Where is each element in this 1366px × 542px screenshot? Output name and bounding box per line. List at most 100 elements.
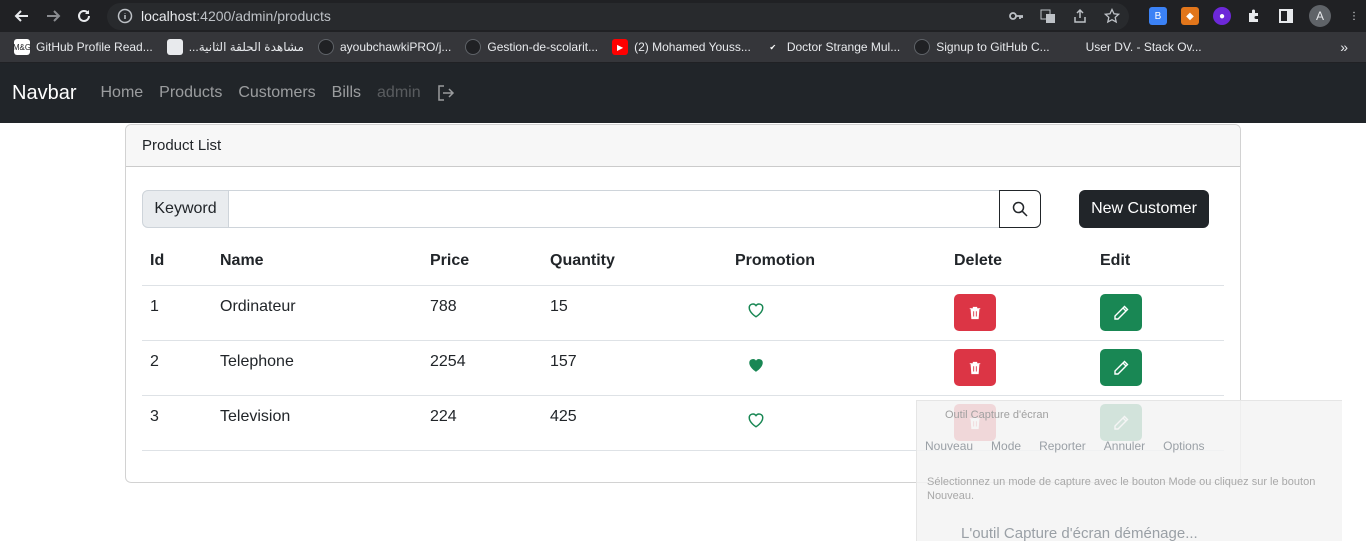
- nav-home[interactable]: Home: [100, 84, 143, 102]
- trash-icon: [968, 361, 982, 375]
- extensions-puzzle-icon[interactable]: [1245, 7, 1263, 25]
- snip-delay-button[interactable]: Reporter: [1039, 439, 1086, 453]
- cell-id: 2: [142, 340, 212, 396]
- search-button[interactable]: [999, 190, 1041, 228]
- keyword-label: Keyword: [142, 190, 229, 228]
- bookmark-favicon-icon: [465, 39, 482, 55]
- bookmark-star-icon[interactable]: [1103, 7, 1121, 25]
- nav-bills[interactable]: Bills: [332, 84, 361, 102]
- cell-price: 2254: [422, 340, 542, 396]
- side-panel-icon[interactable]: [1277, 7, 1295, 25]
- metamask-icon[interactable]: ◆: [1181, 7, 1199, 25]
- bookmark-label: Gestion-de-scolarit...: [487, 40, 599, 54]
- snip-description: Sélectionnez un mode de capture avec le …: [927, 476, 1316, 502]
- bookmarks-overflow-button[interactable]: »: [1340, 39, 1348, 55]
- heart-outline-icon[interactable]: [747, 411, 765, 429]
- bookmark-item[interactable]: ayoubchawkiPRO/j...: [317, 39, 452, 55]
- profile-avatar[interactable]: A: [1309, 5, 1331, 27]
- cell-quantity: 157: [542, 340, 727, 396]
- bookmark-item[interactable]: User DV. - Stack Ov...: [1063, 39, 1202, 55]
- cell-quantity: 15: [542, 285, 727, 341]
- col-price: Price: [422, 237, 542, 286]
- bookmark-label: Doctor Strange Mul...: [786, 40, 901, 54]
- bookmark-favicon-icon: M&G: [13, 39, 31, 55]
- delete-button[interactable]: [954, 349, 996, 386]
- bookmarks-bar: M&G GitHub Profile Read... ...مشاهدة الحلق…: [0, 32, 1366, 63]
- col-delete: Delete: [946, 237, 1092, 286]
- cell-name: Telephone: [212, 340, 422, 396]
- cell-id: 1: [142, 285, 212, 341]
- browser-toolbar: localhost:4200/admin/products B ◆ ● A ⋮: [0, 0, 1366, 32]
- translate-icon[interactable]: [1039, 7, 1057, 25]
- address-bar[interactable]: localhost:4200/admin/products: [107, 2, 1129, 30]
- cell-delete: [946, 285, 1092, 341]
- heart-outline-icon[interactable]: [747, 301, 765, 319]
- site-info-icon[interactable]: [117, 8, 133, 24]
- bookmark-favicon-icon: [166, 39, 183, 55]
- url-text: localhost:4200/admin/products: [141, 8, 331, 24]
- bookmark-label: User DV. - Stack Ov...: [1085, 40, 1202, 54]
- cell-price: 788: [422, 285, 542, 341]
- table-row: 2 Telephone 2254 157: [142, 340, 1224, 396]
- delete-button[interactable]: [954, 294, 996, 331]
- reload-icon[interactable]: [70, 2, 98, 30]
- edit-button[interactable]: [1100, 294, 1142, 331]
- cell-edit: [1092, 340, 1224, 396]
- bookmark-label: ...مشاهدة الحلقة الثانية: [188, 40, 304, 54]
- navbar-brand[interactable]: Navbar: [12, 82, 76, 105]
- snip-mode-button[interactable]: Mode: [991, 439, 1021, 453]
- keyword-input[interactable]: [229, 190, 999, 228]
- share-icon[interactable]: [1071, 7, 1089, 25]
- logout-icon[interactable]: [437, 84, 455, 102]
- pencil-icon: [1113, 305, 1129, 321]
- nav-username: admin: [377, 84, 421, 101]
- bookmark-item[interactable]: ...مشاهدة الحلقة الثانية: [166, 39, 304, 55]
- bookmark-favicon-icon: [914, 39, 931, 55]
- key-icon[interactable]: [1007, 7, 1025, 25]
- snip-cancel-button[interactable]: Annuler: [1104, 439, 1145, 453]
- edit-button[interactable]: [1100, 349, 1142, 386]
- menu-kebab-icon[interactable]: ⋮: [1345, 7, 1363, 25]
- bookmark-item[interactable]: M&G GitHub Profile Read...: [13, 39, 153, 55]
- extension-circle-icon[interactable]: ●: [1213, 7, 1231, 25]
- new-customer-button[interactable]: New Customer: [1079, 190, 1209, 228]
- snipping-tool-window[interactable]: Outil Capture d'écran Nouveau Mode Repor…: [916, 400, 1342, 542]
- bookmark-label: ayoubchawkiPRO/j...: [339, 40, 452, 54]
- trash-icon: [968, 306, 982, 320]
- forward-icon[interactable]: [39, 2, 67, 30]
- col-name: Name: [212, 237, 422, 286]
- cell-name: Television: [212, 395, 422, 451]
- bookmark-item[interactable]: Signup to GitHub C...: [914, 39, 1050, 55]
- bookmark-favicon-icon: [317, 39, 334, 55]
- back-icon[interactable]: [8, 2, 36, 30]
- nav-customers[interactable]: Customers: [238, 84, 315, 102]
- snipping-tool-title: Outil Capture d'écran: [945, 409, 1049, 421]
- col-quantity: Quantity: [542, 237, 727, 286]
- bookmark-item[interactable]: Gestion-de-scolarit...: [465, 39, 598, 55]
- nav-products[interactable]: Products: [159, 84, 222, 102]
- col-id: Id: [142, 237, 212, 286]
- cell-name: Ordinateur: [212, 285, 422, 341]
- snip-moving-notice: L'outil Capture d'écran déménage...: [961, 525, 1198, 542]
- bookmark-item[interactable]: ▶ (2) Mohamed Youss...: [612, 39, 751, 55]
- snip-new-button[interactable]: Nouveau: [925, 439, 973, 453]
- cell-edit: [1092, 285, 1224, 341]
- app-navbar: Navbar Home Products Customers Bills adm…: [0, 63, 1366, 123]
- heart-filled-icon[interactable]: [747, 356, 765, 374]
- bookmark-favicon-icon: [1063, 39, 1080, 55]
- bookmark-label: GitHub Profile Read...: [36, 40, 153, 54]
- cell-price: 224: [422, 395, 542, 451]
- extension-shield-icon[interactable]: B: [1149, 7, 1167, 25]
- col-edit: Edit: [1092, 237, 1224, 286]
- cell-quantity: 425: [542, 395, 727, 451]
- cell-promotion: [727, 395, 946, 451]
- card-header: Product List: [126, 125, 1240, 167]
- col-promotion: Promotion: [727, 237, 946, 286]
- bookmark-item[interactable]: ✔ Doctor Strange Mul...: [764, 39, 901, 55]
- snip-options-button[interactable]: Options: [1163, 439, 1204, 453]
- bookmark-favicon-icon: ▶: [612, 39, 629, 55]
- table-row: 1 Ordinateur 788 15: [142, 285, 1224, 341]
- cell-promotion: [727, 285, 946, 341]
- search-group: Keyword: [142, 190, 1041, 228]
- bookmark-label: (2) Mohamed Youss...: [634, 40, 751, 54]
